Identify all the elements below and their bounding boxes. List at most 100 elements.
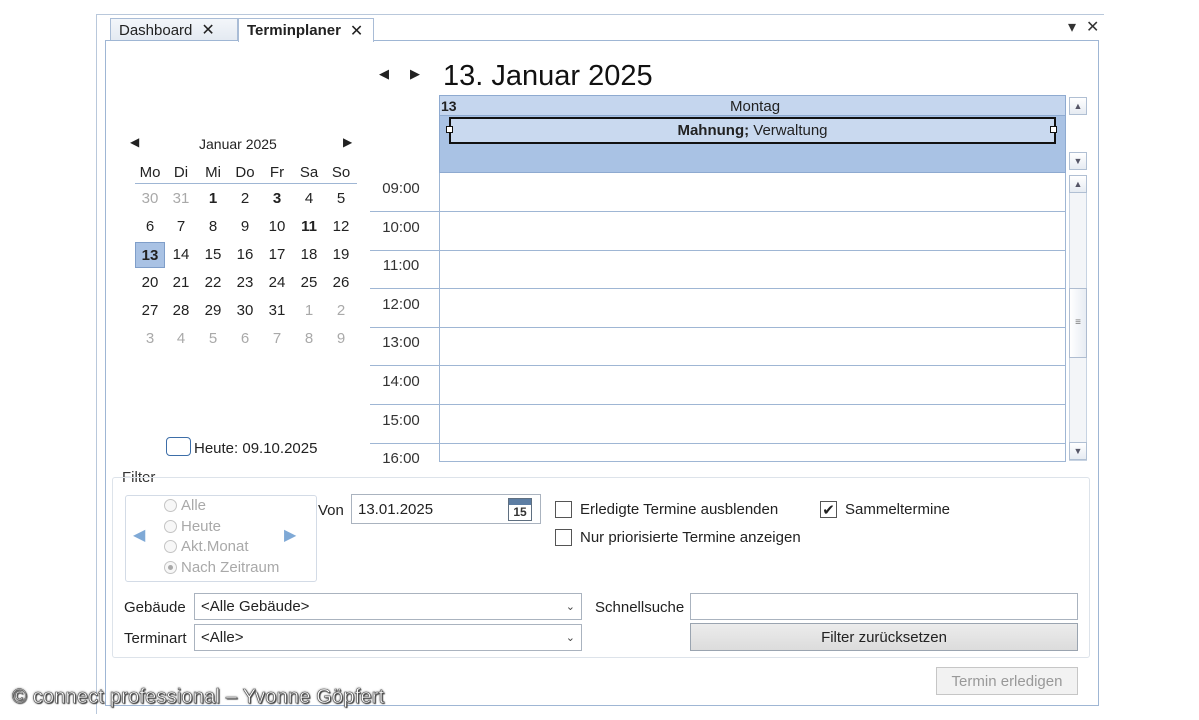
scroll-up-icon[interactable]: ▲ — [1069, 175, 1087, 193]
checkbox-nur-priorisierte[interactable]: Nur priorisierte Termine anzeigen — [555, 529, 801, 546]
mini-calendar-day[interactable]: 12 — [326, 214, 356, 240]
period-radio-option[interactable]: Heute — [164, 518, 221, 535]
period-radio-option[interactable]: Alle — [164, 497, 206, 514]
scroll-thumb[interactable]: ≡ — [1069, 288, 1087, 358]
checkbox-box[interactable] — [555, 501, 572, 518]
terminart-select[interactable]: <Alle> ⌄ — [194, 624, 582, 651]
mini-calendar-day[interactable]: 17 — [262, 242, 292, 268]
mini-calendar-day[interactable]: 22 — [198, 270, 228, 296]
mini-calendar-day[interactable]: 24 — [262, 270, 292, 296]
tab-dashboard[interactable]: Dashboard ✕ — [110, 18, 238, 41]
time-grid-right-border — [1065, 173, 1066, 462]
mini-calendar-day[interactable]: 23 — [230, 270, 260, 296]
hour-label: 09:00 — [382, 180, 420, 197]
next-day-icon[interactable]: ▶ — [410, 66, 420, 82]
prev-month-icon[interactable]: ◀ — [130, 135, 139, 149]
period-next-icon[interactable]: ▶ — [284, 525, 296, 545]
mini-calendar-day[interactable]: 8 — [198, 214, 228, 240]
dropdown-menu-icon[interactable]: ▾ — [1068, 17, 1076, 37]
mini-calendar-day[interactable]: 28 — [166, 298, 196, 324]
mini-calendar-day[interactable]: 27 — [135, 298, 165, 324]
mini-calendar-day[interactable]: 9 — [326, 326, 356, 352]
mini-calendar-day[interactable]: 31 — [262, 298, 292, 324]
mini-calendar-day[interactable]: 1 — [198, 186, 228, 212]
time-grid-separator — [439, 173, 440, 462]
mini-calendar-day[interactable]: 19 — [326, 242, 356, 268]
window-close-icon[interactable]: ✕ — [1086, 17, 1099, 37]
scroll-down-icon[interactable]: ▼ — [1069, 442, 1087, 460]
chevron-down-icon[interactable]: ⌄ — [566, 631, 575, 644]
termin-erledigen-label: Termin erledigen — [951, 672, 1063, 690]
mini-calendar-day[interactable]: 6 — [230, 326, 260, 352]
mini-calendar-day[interactable]: 30 — [230, 298, 260, 324]
mini-calendar-day[interactable]: 31 — [166, 186, 196, 212]
mini-calendar-day[interactable]: 3 — [135, 326, 165, 352]
close-icon[interactable]: ✕ — [350, 21, 363, 41]
mini-calendar-day[interactable]: 4 — [294, 186, 324, 212]
prev-day-icon[interactable]: ◀ — [379, 66, 389, 82]
mini-calendar-day[interactable]: 2 — [230, 186, 260, 212]
resize-handle-left[interactable] — [446, 126, 453, 133]
weekday-header: Fr — [269, 164, 285, 181]
mini-calendar-day[interactable]: 30 — [135, 186, 165, 212]
mini-calendar-day[interactable]: 8 — [294, 326, 324, 352]
today-label[interactable]: Heute: 09.10.2025 — [194, 440, 317, 457]
checkbox-box[interactable] — [555, 529, 572, 546]
mini-calendar-day[interactable]: 21 — [166, 270, 196, 296]
mini-calendar-day[interactable]: 20 — [135, 270, 165, 296]
period-radio-option[interactable]: Nach Zeitraum — [164, 559, 279, 576]
mini-calendar-day[interactable]: 2 — [326, 298, 356, 324]
tab-terminplaner[interactable]: Terminplaner ✕ — [238, 18, 374, 42]
next-month-icon[interactable]: ▶ — [343, 135, 352, 149]
checkbox-erledigte-ausblenden[interactable]: Erledigte Termine ausblenden — [555, 501, 778, 518]
mini-calendar-day-selected[interactable]: 13 — [135, 242, 165, 268]
radio-icon[interactable] — [164, 540, 177, 553]
radio-label: Akt.Monat — [181, 538, 249, 555]
period-radio-option[interactable]: Akt.Monat — [164, 538, 249, 555]
mini-calendar-day[interactable]: 14 — [166, 242, 196, 268]
checkbox-sammeltermine[interactable]: ✔ Sammeltermine — [820, 501, 950, 519]
filter-reset-button[interactable]: Filter zurücksetzen — [690, 623, 1078, 651]
resize-handle-right[interactable] — [1050, 126, 1057, 133]
schnellsuche-input[interactable] — [690, 593, 1078, 620]
mini-calendar-day[interactable]: 26 — [326, 270, 356, 296]
gebaeude-label: Gebäude — [124, 599, 186, 616]
weekday-header: Di — [173, 164, 189, 181]
mini-calendar-day[interactable]: 16 — [230, 242, 260, 268]
calendar-icon-number: 15 — [513, 505, 527, 519]
termin-erledigen-button[interactable]: Termin erledigen — [936, 667, 1078, 695]
radio-icon[interactable] — [164, 560, 177, 574]
outer-frame-left — [96, 14, 97, 714]
mini-calendar-day[interactable]: 7 — [262, 326, 292, 352]
hour-label: 12:00 — [382, 295, 420, 313]
mini-calendar-day[interactable]: 5 — [326, 186, 356, 212]
mini-calendar-day[interactable]: 1 — [294, 298, 324, 324]
calendar-picker-icon[interactable]: 15 — [508, 498, 532, 521]
weekday-header: Do — [235, 164, 255, 181]
mini-calendar-day[interactable]: 5 — [198, 326, 228, 352]
scroll-up-icon[interactable]: ▲ — [1069, 97, 1087, 115]
mini-calendar-day[interactable]: 4 — [166, 326, 196, 352]
radio-icon[interactable] — [164, 499, 177, 512]
mini-calendar-day[interactable]: 11 — [294, 214, 324, 240]
mini-calendar-day[interactable]: 10 — [262, 214, 292, 240]
mini-calendar-day[interactable]: 18 — [294, 242, 324, 268]
scroll-down-icon[interactable]: ▼ — [1069, 152, 1087, 170]
gebaeude-select[interactable]: <Alle Gebäude> ⌄ — [194, 593, 582, 620]
mini-calendar-day[interactable]: 15 — [198, 242, 228, 268]
radio-icon[interactable] — [164, 519, 177, 533]
hour-label: 16:00 — [382, 450, 420, 468]
appointment-mahnung[interactable]: Mahnung; Verwaltung — [449, 117, 1056, 144]
mini-calendar-day[interactable]: 25 — [294, 270, 324, 296]
mini-calendar-day[interactable]: 9 — [230, 214, 260, 240]
mini-calendar-day[interactable]: 7 — [166, 214, 196, 240]
close-icon[interactable]: ✕ — [201, 20, 214, 40]
check-icon[interactable]: ✔ — [820, 501, 837, 519]
today-marker-icon[interactable] — [166, 437, 191, 456]
mini-calendar-day[interactable]: 29 — [198, 298, 228, 324]
period-prev-icon[interactable]: ◀ — [133, 525, 145, 545]
chevron-down-icon[interactable]: ⌄ — [566, 600, 575, 613]
mini-calendar-day[interactable]: 6 — [135, 214, 165, 240]
mini-calendar-day[interactable]: 3 — [262, 186, 292, 212]
gebaeude-value: <Alle Gebäude> — [201, 598, 310, 615]
